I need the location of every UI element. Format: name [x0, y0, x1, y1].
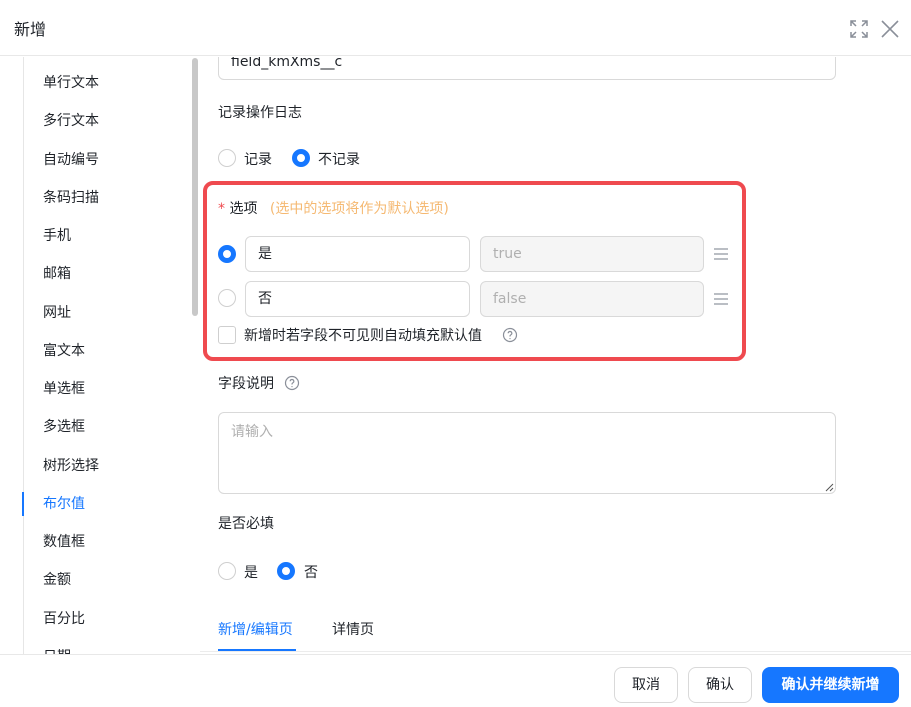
autofill-default-label: 新增时若字段不可见则自动填充默认值: [244, 328, 482, 344]
autofill-default-checkbox[interactable]: [218, 326, 236, 344]
sidebar-track: [23, 57, 24, 654]
tab-divider: [200, 651, 911, 652]
option-2-name-input[interactable]: 否: [245, 281, 470, 317]
sidebar-active-marker: [22, 492, 24, 516]
expand-icon[interactable]: [848, 18, 870, 40]
option-2-value-input: false: [480, 281, 704, 317]
sidebar-item-date[interactable]: 日期: [43, 646, 71, 654]
required-label: 是否必填: [218, 516, 274, 532]
description-label: 字段说明: [218, 376, 274, 392]
sidebar-item-rich-text[interactable]: 富文本: [43, 340, 85, 362]
tab-detail-page[interactable]: 详情页: [332, 619, 374, 639]
sidebar-item-auto-number[interactable]: 自动编号: [43, 149, 99, 171]
description-placeholder: 请输入: [231, 424, 273, 440]
drag-handle-icon[interactable]: [712, 245, 730, 263]
confirm-and-continue-button[interactable]: 确认并继续新增: [762, 667, 899, 703]
sidebar-item-barcode-scan[interactable]: 条码扫描: [43, 187, 99, 209]
sidebar-item-radio[interactable]: 单选框: [43, 378, 85, 400]
help-circle-icon[interactable]: [502, 327, 518, 343]
required-yes-radio[interactable]: [218, 562, 236, 580]
close-icon[interactable]: [879, 18, 901, 40]
option-1-default-radio[interactable]: [218, 245, 236, 263]
dialog-title: 新增: [14, 20, 47, 39]
required-yes-label: 是: [244, 565, 258, 581]
log-record-radio[interactable]: [218, 149, 236, 167]
dialog-footer: 取消 确认 确认并继续新增: [0, 654, 911, 707]
sidebar-scrollbar[interactable]: [192, 58, 198, 316]
option-2-default-radio[interactable]: [218, 289, 236, 307]
sidebar-item-amount[interactable]: 金额: [43, 569, 71, 591]
required-mark: *: [218, 201, 225, 217]
log-no-record-radio[interactable]: [292, 149, 310, 167]
sidebar-item-phone[interactable]: 手机: [43, 225, 71, 247]
cancel-button[interactable]: 取消: [614, 667, 678, 703]
sidebar-item-checkbox[interactable]: 多选框: [43, 416, 85, 438]
tab-add-edit-page[interactable]: 新增/编辑页: [218, 619, 293, 639]
sidebar-item-percentage[interactable]: 百分比: [43, 608, 85, 630]
log-record-label: 记录: [244, 152, 272, 168]
confirm-button[interactable]: 确认: [688, 667, 752, 703]
field-type-sidebar: 单行文本 多行文本 自动编号 条码扫描 手机 邮箱 网址 富文本 单选框 多选框…: [0, 57, 200, 654]
help-circle-icon[interactable]: [284, 375, 300, 391]
log-no-record-label: 不记录: [318, 152, 360, 168]
log-label: 记录操作日志: [218, 105, 302, 121]
sidebar-item-url[interactable]: 网址: [43, 302, 71, 324]
field-config-form: field_kmXms__c 记录操作日志 记录 不记录 * 选项 (选中的选项…: [200, 57, 911, 654]
option-1-value-input: true: [480, 236, 704, 272]
sidebar-item-tree-select[interactable]: 树形选择: [43, 455, 99, 477]
sidebar-item-number[interactable]: 数值框: [43, 531, 85, 553]
resize-handle-icon[interactable]: [824, 482, 834, 492]
description-textarea[interactable]: 请输入: [218, 412, 836, 494]
options-label-row: * 选项 (选中的选项将作为默认选项): [218, 198, 449, 218]
sidebar-item-multi-line-text[interactable]: 多行文本: [43, 110, 99, 132]
sidebar-item-email[interactable]: 邮箱: [43, 263, 71, 285]
required-no-label: 否: [304, 565, 318, 581]
sidebar-item-boolean[interactable]: 布尔值: [43, 493, 85, 515]
options-label: 选项: [229, 201, 258, 217]
field-api-name-input[interactable]: field_kmXms__c: [218, 57, 836, 80]
option-1-name-input[interactable]: 是: [245, 236, 470, 272]
dialog-header: 新增: [0, 0, 911, 56]
required-no-radio[interactable]: [277, 562, 295, 580]
options-hint: (选中的选项将作为默认选项): [269, 201, 449, 217]
sidebar-item-single-line-text[interactable]: 单行文本: [43, 72, 99, 94]
drag-handle-icon[interactable]: [712, 290, 730, 308]
